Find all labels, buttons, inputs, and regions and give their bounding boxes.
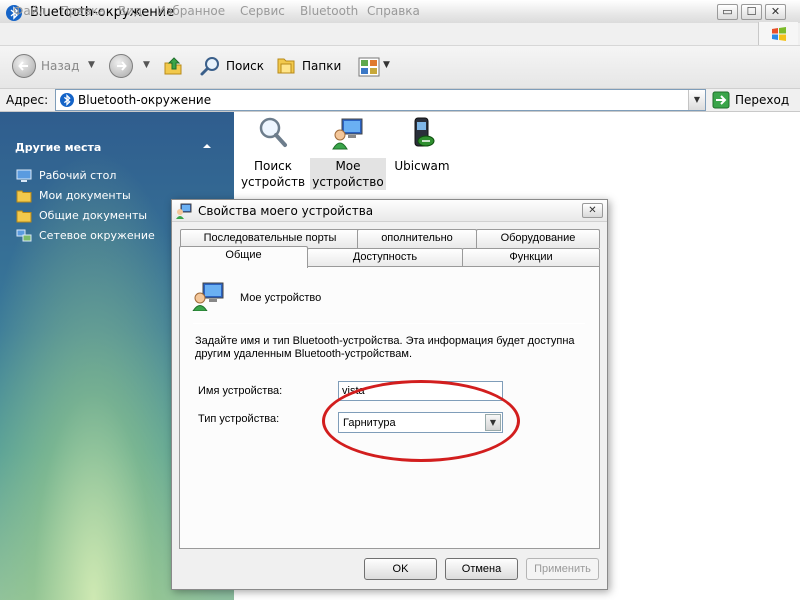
menu-edit[interactable]: Правка	[60, 4, 106, 18]
sidebar-item-label: Мои документы	[39, 189, 131, 202]
search-icon[interactable]	[199, 55, 221, 77]
tab-hardware[interactable]: Оборудование	[476, 229, 600, 248]
windows-logo-box	[758, 22, 798, 46]
address-label: Адрес:	[6, 93, 49, 107]
file-item-search-devices[interactable]: Поиск устройств	[235, 115, 311, 190]
cancel-button[interactable]: Отмена	[445, 558, 518, 580]
menu-favorites[interactable]: Избранное	[157, 4, 225, 18]
menu-tools[interactable]: Сервис	[240, 4, 285, 18]
windows-flag-icon	[772, 27, 786, 41]
menu-help[interactable]: Справка	[367, 4, 420, 18]
ok-button[interactable]: OK	[364, 558, 437, 580]
close-icon: ✕	[770, 5, 781, 18]
other-places-heading[interactable]: Другие места	[15, 141, 101, 154]
device-type-value[interactable]: Гарнитура	[343, 417, 396, 429]
address-value[interactable]: Bluetooth-окружение	[78, 93, 211, 107]
separator	[193, 323, 585, 324]
tab-panel-general	[179, 266, 600, 549]
menu-bluetooth[interactable]: Bluetooth	[300, 4, 358, 18]
sidebar-item-label: Рабочий стол	[39, 169, 117, 182]
folders-button-label[interactable]: Папки	[302, 59, 341, 73]
menu-view[interactable]: Вид	[118, 4, 142, 18]
file-item-label: Мое устройство	[310, 158, 386, 190]
device-type-dropdown-icon[interactable]: ▼	[485, 414, 501, 431]
menu-file[interactable]: Файл	[13, 4, 46, 18]
desktop-icon	[16, 169, 32, 182]
computer-icon	[192, 282, 224, 311]
maximize-button[interactable]: ☐	[741, 4, 762, 20]
device-name-label: Имя устройства:	[198, 385, 283, 397]
folders-icon[interactable]	[275, 55, 297, 77]
sidebar-item-label: Сетевое окружение	[39, 229, 155, 242]
tab-accessibility[interactable]: Доступность	[307, 248, 463, 267]
back-label[interactable]: Назад	[41, 59, 79, 73]
sidebar-item-label: Общие документы	[39, 209, 148, 222]
computer-icon	[176, 203, 192, 219]
back-dropdown-icon[interactable]: ▼	[88, 60, 95, 70]
device-name-input[interactable]: vista	[338, 381, 503, 401]
forward-button[interactable]	[109, 54, 133, 78]
close-icon: ✕	[588, 205, 597, 216]
dialog-close-button[interactable]: ✕	[582, 203, 603, 218]
apply-button[interactable]: Применить	[526, 558, 599, 580]
close-button[interactable]: ✕	[765, 4, 786, 20]
tab-functions[interactable]: Функции	[462, 248, 600, 267]
folder-icon	[16, 190, 32, 203]
folder-icon	[16, 210, 32, 223]
computer-icon	[332, 118, 363, 150]
address-dropdown-icon[interactable]: ▼	[688, 90, 705, 110]
magnifier-icon	[259, 117, 287, 147]
go-button-label[interactable]: Переход	[735, 93, 789, 107]
forward-dropdown-icon[interactable]: ▼	[143, 60, 150, 70]
minimize-button[interactable]: ▭	[717, 4, 738, 20]
go-arrow-icon[interactable]	[712, 91, 730, 109]
device-name-display: Мое устройство	[240, 292, 322, 304]
menu-bar	[0, 23, 800, 45]
collapse-chevron-icon[interactable]	[203, 143, 211, 149]
dialog-title: Свойства моего устройства	[198, 204, 374, 218]
file-item-ubicwam[interactable]: Ubicwam	[384, 115, 460, 174]
description-text: Задайте имя и тип Bluetooth-устройства. …	[195, 335, 575, 360]
search-button-label[interactable]: Поиск	[226, 59, 264, 73]
forward-arrow-icon	[117, 61, 127, 71]
back-arrow-icon	[18, 61, 28, 71]
network-icon	[16, 229, 32, 242]
views-icon[interactable]	[357, 55, 381, 79]
bluetooth-icon	[60, 93, 74, 107]
minimize-icon: ▭	[722, 5, 733, 18]
folder-up-icon[interactable]	[162, 55, 184, 77]
file-item-my-device[interactable]: Мое устройство	[310, 115, 386, 190]
file-item-label: Ubicwam	[394, 159, 450, 173]
device-type-label: Тип устройства:	[198, 413, 280, 425]
tab-general[interactable]: Общие	[179, 246, 308, 268]
views-dropdown-icon[interactable]: ▼	[383, 60, 390, 70]
phone-icon	[414, 117, 435, 147]
file-item-label: Поиск устройств	[240, 159, 306, 189]
tab-additional[interactable]: ополнительно	[357, 229, 477, 248]
maximize-icon: ☐	[746, 5, 757, 18]
back-button[interactable]	[12, 54, 36, 78]
